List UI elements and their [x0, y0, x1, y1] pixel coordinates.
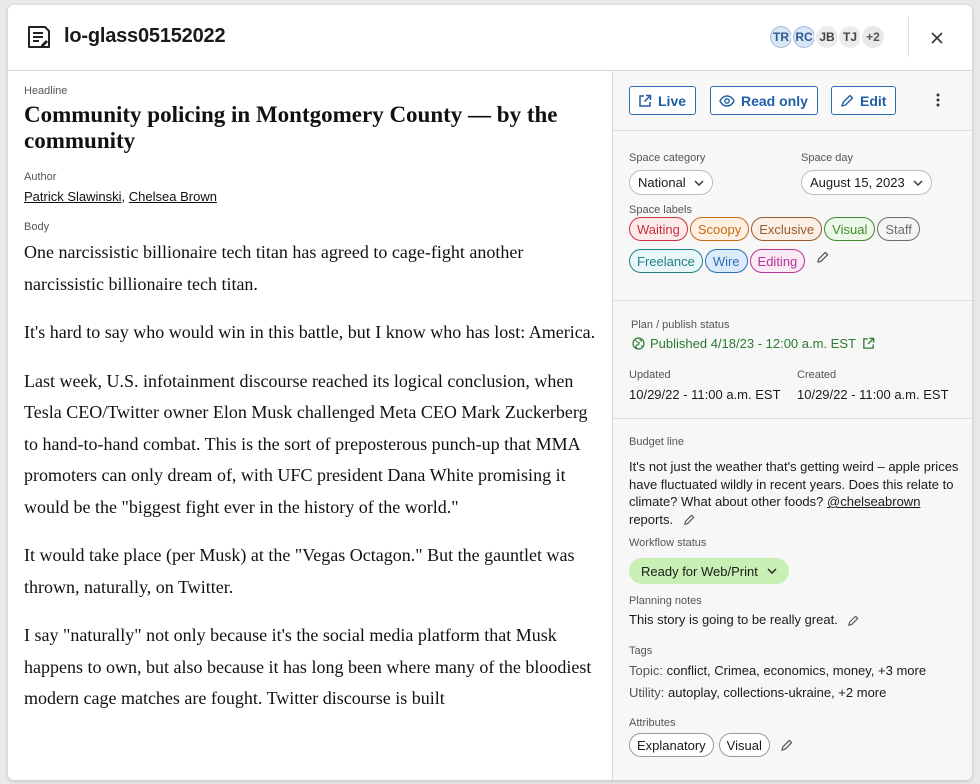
chevron-down-icon: [913, 180, 923, 186]
chevron-down-icon: [767, 568, 777, 574]
space-category-value: National: [638, 175, 686, 190]
external-link-icon: [639, 94, 652, 107]
budget-line-text: It's not just the weather that's getting…: [629, 458, 959, 528]
budget-line-label: Budget line: [629, 436, 685, 448]
pencil-icon: [841, 94, 854, 107]
headline-label: Headline: [24, 85, 68, 97]
space-labels-label: Space labels: [629, 204, 692, 216]
space-label-chip[interactable]: Editing: [749, 249, 806, 273]
avatar-overflow[interactable]: +2: [860, 24, 886, 50]
edit-attributes-pencil-icon[interactable]: [780, 739, 793, 752]
body-field[interactable]: One narcissistic billionaire tech titan …: [24, 237, 599, 732]
body-paragraph: It would take place (per Musk) at the "V…: [24, 545, 575, 597]
globe-icon: [632, 337, 645, 350]
author-link[interactable]: Chelsea Brown: [129, 189, 217, 204]
workflow-status-value: Ready for Web/Print: [641, 563, 758, 579]
space-label-chip[interactable]: Wire: [704, 249, 748, 273]
topic-values: conflict, Crimea, economics, money, +3 m…: [666, 663, 927, 678]
story-window: lo-glass05152022 TR RC JB TJ +2 Headline…: [8, 5, 972, 780]
headline-field[interactable]: Community policing in Montgomery County …: [24, 102, 584, 154]
space-label-chip[interactable]: Staff: [877, 217, 920, 241]
close-icon[interactable]: [927, 28, 947, 48]
attributes-list: Explanatory Visual: [629, 733, 793, 757]
utility-key: Utility:: [629, 685, 665, 700]
tags-label: Tags: [629, 645, 653, 657]
mode-button-row: Live Read only Edit: [613, 71, 972, 131]
utility-tags-row[interactable]: Utility: autoplay, collections-ukraine, …: [629, 685, 886, 700]
updated-label: Updated: [629, 369, 671, 381]
body-label: Body: [24, 221, 50, 233]
eye-icon: [719, 94, 735, 107]
workflow-status-label: Workflow status: [629, 537, 707, 549]
live-button[interactable]: Live: [629, 86, 697, 115]
planning-notes-value: This story is going to be really great.: [629, 612, 838, 627]
created-label: Created: [797, 369, 837, 381]
article-pane: Headline Community policing in Montgomer…: [8, 71, 612, 780]
body-paragraph: Last week, U.S. infotainment discourse r…: [24, 370, 588, 517]
edit-notes-pencil-icon[interactable]: [847, 615, 859, 627]
chevron-down-icon: [694, 180, 704, 186]
edit-budget-pencil-icon[interactable]: [683, 514, 695, 526]
plan-publish-label: Plan / publish status: [631, 319, 730, 331]
external-link-icon: [863, 337, 875, 349]
header-divider: [908, 17, 909, 57]
publish-status-link[interactable]: Published 4/18/23 - 12:00 a.m. EST: [632, 336, 875, 351]
attribute-chip[interactable]: Explanatory: [629, 733, 714, 757]
space-label-chip[interactable]: Exclusive: [751, 217, 823, 241]
document-icon: [28, 26, 50, 48]
attributes-label: Attributes: [629, 717, 676, 729]
edit-button-label: Edit: [860, 92, 887, 109]
budget-line-tail: reports.: [629, 511, 674, 527]
author-label: Author: [24, 171, 57, 183]
metadata-sidebar: Live Read only Edit Space category Natio…: [612, 71, 972, 780]
read-only-button-label: Read only: [741, 92, 808, 109]
space-label-chip[interactable]: Freelance: [629, 249, 703, 273]
attribute-chip[interactable]: Visual: [718, 733, 770, 757]
space-label-chip[interactable]: Visual: [824, 217, 876, 241]
created-value: 10/29/22 - 11:00 a.m. EST: [797, 387, 949, 402]
edit-button[interactable]: Edit: [831, 86, 897, 115]
document-title: lo-glass05152022: [64, 25, 226, 47]
space-section: Space category National Space day August…: [613, 131, 972, 301]
read-only-button[interactable]: Read only: [710, 86, 818, 115]
more-options-icon[interactable]: [935, 92, 941, 108]
planning-notes-field: This story is going to be really great.: [629, 612, 859, 627]
topic-tags-row[interactable]: Topic: conflict, Crimea, economics, mone…: [629, 663, 926, 678]
edit-labels-pencil-icon[interactable]: [816, 251, 829, 264]
live-button-label: Live: [658, 92, 687, 109]
utility-values: autoplay, collections-ukraine, +2 more: [668, 685, 887, 700]
body-paragraph: It's hard to say who would win in this b…: [24, 322, 596, 342]
space-day-select[interactable]: August 15, 2023: [801, 170, 932, 195]
collaborator-avatars[interactable]: TR RC JB TJ +2: [768, 24, 886, 50]
author-field: Patrick Slawinski, Chelsea Brown: [24, 189, 217, 204]
space-day-label: Space day: [801, 152, 853, 164]
updated-value: 10/29/22 - 11:00 a.m. EST: [629, 387, 781, 402]
body-paragraph: One narcissistic billionaire tech titan …: [24, 242, 524, 294]
space-label-chip[interactable]: Scoopy: [689, 217, 750, 241]
header-bar: lo-glass05152022 TR RC JB TJ +2: [8, 5, 972, 71]
author-link[interactable]: Patrick Slawinski: [24, 189, 122, 204]
body-paragraph: I say "naturally" not only because it's …: [24, 625, 592, 708]
budget-mention-link[interactable]: @chelseabrown: [827, 494, 920, 509]
planning-notes-label: Planning notes: [629, 595, 702, 607]
publish-status-text: Published 4/18/23 - 12:00 a.m. EST: [650, 336, 856, 351]
author-separator: ,: [121, 189, 126, 204]
space-labels-list: Waiting Scoopy Exclusive Visual Staff Freelan…: [629, 217, 959, 281]
space-category-label: Space category: [629, 152, 706, 164]
space-category-select[interactable]: National: [629, 170, 713, 195]
publish-section: Plan / publish status Published 4/18/23 …: [613, 301, 972, 419]
space-day-value: August 15, 2023: [810, 175, 905, 190]
workflow-status-select[interactable]: Ready for Web/Print: [629, 558, 789, 584]
topic-key: Topic:: [629, 663, 663, 678]
details-section: Budget line It's not just the weather th…: [613, 419, 972, 780]
space-label-chip[interactable]: Waiting: [629, 217, 688, 241]
